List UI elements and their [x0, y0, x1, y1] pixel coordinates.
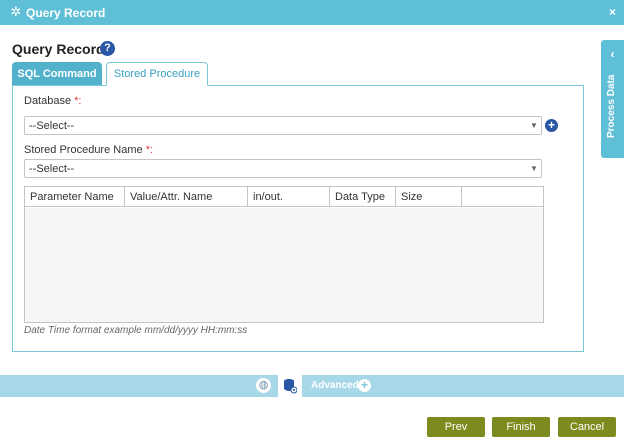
stored-procedure-select-value: --Select--	[29, 163, 75, 175]
date-format-hint: Date Time format example mm/dd/yyyy HH:m…	[24, 325, 248, 336]
tab-sql-command[interactable]: SQL Command	[12, 62, 102, 86]
column-header-in-out[interactable]: in/out.	[248, 187, 330, 207]
parameter-grid: Parameter Name Value/Attr. Name in/out. …	[24, 186, 544, 323]
required-mark: *:	[74, 95, 82, 107]
required-mark: *:	[145, 144, 154, 156]
finish-button[interactable]: Finish	[492, 417, 550, 437]
page-title: Query Record	[12, 41, 105, 57]
close-icon[interactable]: ×	[609, 5, 616, 19]
database-icon	[284, 379, 297, 394]
grid-header: Parameter Name Value/Attr. Name in/out. …	[25, 187, 543, 207]
stored-procedure-select[interactable]: --Select-- ▼	[24, 159, 542, 178]
cancel-button[interactable]: Cancel	[558, 417, 616, 437]
tab-stored-procedure[interactable]: Stored Procedure	[106, 62, 208, 86]
column-header-size[interactable]: Size	[396, 187, 462, 207]
advanced-label[interactable]: Advanced	[311, 380, 359, 391]
window-title: Query Record	[26, 6, 106, 20]
database-settings-tab[interactable]	[278, 375, 302, 397]
stored-procedure-label: Stored Procedure Name *:	[24, 144, 153, 156]
database-select-value: --Select--	[29, 120, 75, 132]
database-select[interactable]: --Select-- ▼	[24, 116, 542, 135]
stored-procedure-label-text: Stored Procedure Name	[24, 144, 143, 156]
column-header-data-type[interactable]: Data Type	[330, 187, 396, 207]
dropdown-arrow-icon[interactable]: ▼	[527, 117, 541, 134]
process-data-tab[interactable]: ‹ Process Data	[601, 40, 624, 158]
database-label: Database *:	[24, 95, 82, 107]
chevron-left-icon[interactable]: ‹	[601, 47, 624, 61]
globe-icon[interactable]: ◍	[256, 378, 271, 393]
process-data-label: Process Data	[606, 74, 617, 138]
title-bar: ✲ Query Record ×	[0, 0, 624, 25]
add-database-icon[interactable]: +	[545, 119, 558, 132]
column-header-value-attr-name[interactable]: Value/Attr. Name	[125, 187, 248, 207]
column-header-parameter-name[interactable]: Parameter Name	[25, 187, 125, 207]
gear-icon: ✲	[10, 4, 22, 19]
help-icon[interactable]: ?	[100, 41, 115, 56]
advanced-plus-icon[interactable]: +	[358, 379, 371, 392]
dropdown-arrow-icon[interactable]: ▼	[527, 160, 541, 177]
bottom-toolbar: ◍ Advanced +	[0, 375, 624, 397]
database-label-text: Database	[24, 95, 72, 107]
grid-body[interactable]	[25, 208, 543, 322]
prev-button[interactable]: Prev	[427, 417, 485, 437]
